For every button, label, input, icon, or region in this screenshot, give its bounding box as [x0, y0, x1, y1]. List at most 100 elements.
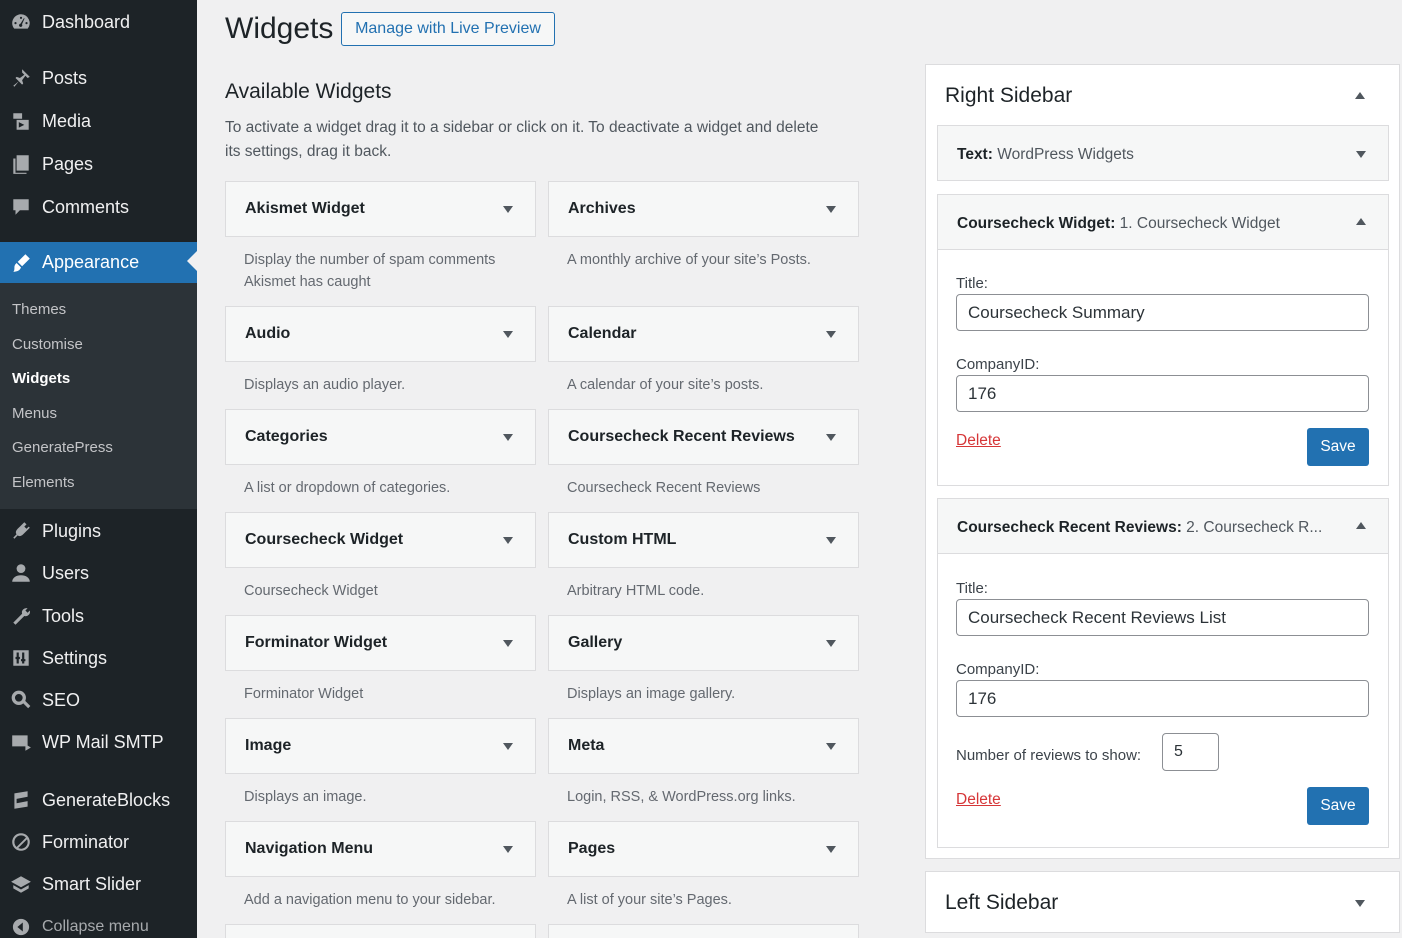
chevron-down-icon[interactable]: [826, 537, 836, 544]
appearance-submenu: Themes Customise Widgets Menus GenerateP…: [0, 283, 197, 509]
widget-akismet[interactable]: Akismet Widget: [225, 181, 536, 237]
admin-sidebar: Dashboard Posts Media Pages Comments App…: [0, 0, 197, 938]
menu-pages[interactable]: Pages: [0, 145, 197, 183]
reviews-count-input[interactable]: 5: [1162, 733, 1219, 771]
chevron-up-icon[interactable]: [1356, 218, 1366, 225]
widget-audio[interactable]: Audio: [225, 306, 536, 362]
menu-tools[interactable]: Tools: [0, 597, 197, 635]
widget-description: Add a navigation menu to your sidebar.: [244, 892, 496, 908]
widget-pages[interactable]: Pages: [548, 821, 859, 877]
delete-link[interactable]: Delete: [956, 791, 1001, 809]
menu-comments[interactable]: Comments: [0, 188, 197, 226]
widget-next[interactable]: [548, 924, 859, 938]
chevron-down-icon[interactable]: [826, 743, 836, 750]
manage-live-preview-button[interactable]: Manage with Live Preview: [341, 12, 555, 46]
widget-image[interactable]: Image: [225, 718, 536, 774]
save-button[interactable]: Save: [1307, 787, 1369, 825]
chevron-down-icon[interactable]: [503, 846, 513, 853]
widget-header: Text: WordPress Widgets: [957, 146, 1134, 163]
menu-posts[interactable]: Posts: [0, 59, 197, 97]
plugin-icon: [0, 520, 42, 542]
widget-coursecheck[interactable]: Coursecheck Widget: [225, 512, 536, 568]
title-input[interactable]: Coursecheck Recent Reviews List: [956, 599, 1369, 636]
available-widgets-title: Available Widgets: [225, 80, 392, 103]
widget-calendar[interactable]: Calendar: [548, 306, 859, 362]
menu-dashboard[interactable]: Dashboard: [0, 3, 197, 41]
menu-smart-slider[interactable]: Smart Slider: [0, 865, 197, 903]
widget-meta[interactable]: Meta: [548, 718, 859, 774]
widget-forminator[interactable]: Forminator Widget: [225, 615, 536, 671]
user-icon: [0, 562, 42, 584]
widget-name: Audio: [245, 325, 291, 342]
company-id-input[interactable]: 176: [956, 375, 1369, 412]
delete-link[interactable]: Delete: [956, 432, 1001, 450]
chevron-down-icon[interactable]: [1355, 900, 1365, 907]
right-sidebar-title[interactable]: Right Sidebar: [945, 84, 1072, 108]
menu-media[interactable]: Media: [0, 102, 197, 140]
widget-archives[interactable]: Archives: [548, 181, 859, 237]
menu-forminator[interactable]: Forminator: [0, 823, 197, 861]
company-id-input[interactable]: 176: [956, 680, 1369, 717]
menu-seo[interactable]: SEO: [0, 681, 197, 719]
chevron-down-icon[interactable]: [503, 743, 513, 750]
widget-description: Forminator Widget: [244, 686, 364, 702]
comment-icon: [0, 196, 42, 218]
menu-settings[interactable]: Settings: [0, 639, 197, 677]
sidebar-widget-recent-reviews[interactable]: Coursecheck Recent Reviews: 2. Courseche…: [937, 498, 1389, 554]
chevron-down-icon[interactable]: [1356, 151, 1366, 158]
chevron-down-icon[interactable]: [503, 331, 513, 338]
submenu-customise[interactable]: Customise: [12, 336, 83, 353]
chevron-down-icon[interactable]: [826, 331, 836, 338]
collapse-icon: [0, 918, 42, 936]
menu-label: Pages: [42, 153, 94, 174]
widget-description: Displays an image.: [244, 789, 367, 805]
menu-label: Appearance: [42, 252, 140, 272]
chevron-down-icon[interactable]: [503, 434, 513, 441]
chevron-down-icon[interactable]: [503, 206, 513, 213]
sidebar-widget-coursecheck[interactable]: Coursecheck Widget: 1. Coursecheck Widge…: [937, 194, 1389, 250]
widget-instance-title: WordPress Widgets: [997, 146, 1134, 163]
collapse-label: Collapse menu: [42, 918, 149, 935]
menu-label: WP Mail SMTP: [42, 731, 164, 752]
chevron-down-icon[interactable]: [826, 846, 836, 853]
menu-users[interactable]: Users: [0, 554, 197, 592]
submenu-widgets[interactable]: Widgets: [12, 370, 70, 387]
chevron-down-icon[interactable]: [826, 206, 836, 213]
chevron-up-icon[interactable]: [1355, 92, 1365, 99]
menu-wp-mail-smtp[interactable]: WP Mail SMTP: [0, 723, 197, 761]
left-sidebar-title[interactable]: Left Sidebar: [945, 891, 1058, 915]
widget-description: Coursecheck Recent Reviews: [567, 480, 761, 496]
title-input[interactable]: Coursecheck Summary: [956, 294, 1369, 331]
sidebar-widget-text[interactable]: Text: WordPress Widgets: [937, 125, 1389, 181]
menu-label: Users: [42, 562, 90, 583]
chevron-down-icon[interactable]: [503, 640, 513, 647]
wrench-icon: [0, 605, 42, 627]
widget-custom-html[interactable]: Custom HTML: [548, 512, 859, 568]
chevron-up-icon[interactable]: [1356, 522, 1366, 529]
widget-description: Login, RSS, & WordPress.org links.: [567, 789, 796, 805]
widget-name: Akismet Widget: [245, 200, 365, 217]
widget-navigation-menu[interactable]: Navigation Menu: [225, 821, 536, 877]
widget-name: Archives: [568, 200, 636, 217]
widget-name: Image: [245, 737, 292, 754]
page-title: Widgets: [225, 12, 334, 45]
collapse-menu-button[interactable]: Collapse menu: [0, 908, 197, 938]
save-button[interactable]: Save: [1307, 428, 1369, 466]
menu-plugins[interactable]: Plugins: [0, 512, 197, 550]
submenu-elements[interactable]: Elements: [12, 474, 75, 491]
menu-label: Media: [42, 110, 92, 131]
company-id-label: CompanyID:: [956, 661, 1040, 678]
widget-gallery[interactable]: Gallery: [548, 615, 859, 671]
chevron-down-icon[interactable]: [503, 537, 513, 544]
widget-coursecheck-recent-reviews[interactable]: Coursecheck Recent Reviews: [548, 409, 859, 465]
menu-generateblocks[interactable]: GenerateBlocks: [0, 781, 197, 819]
chevron-down-icon[interactable]: [826, 434, 836, 441]
submenu-themes[interactable]: Themes: [12, 301, 66, 318]
widget-categories[interactable]: Categories: [225, 409, 536, 465]
widget-next[interactable]: [225, 924, 536, 938]
submenu-menus[interactable]: Menus: [12, 405, 57, 422]
menu-label: Settings: [42, 647, 108, 668]
chevron-down-icon[interactable]: [826, 640, 836, 647]
menu-appearance[interactable]: Appearance: [0, 242, 197, 283]
submenu-generatepress[interactable]: GeneratePress: [12, 439, 113, 456]
